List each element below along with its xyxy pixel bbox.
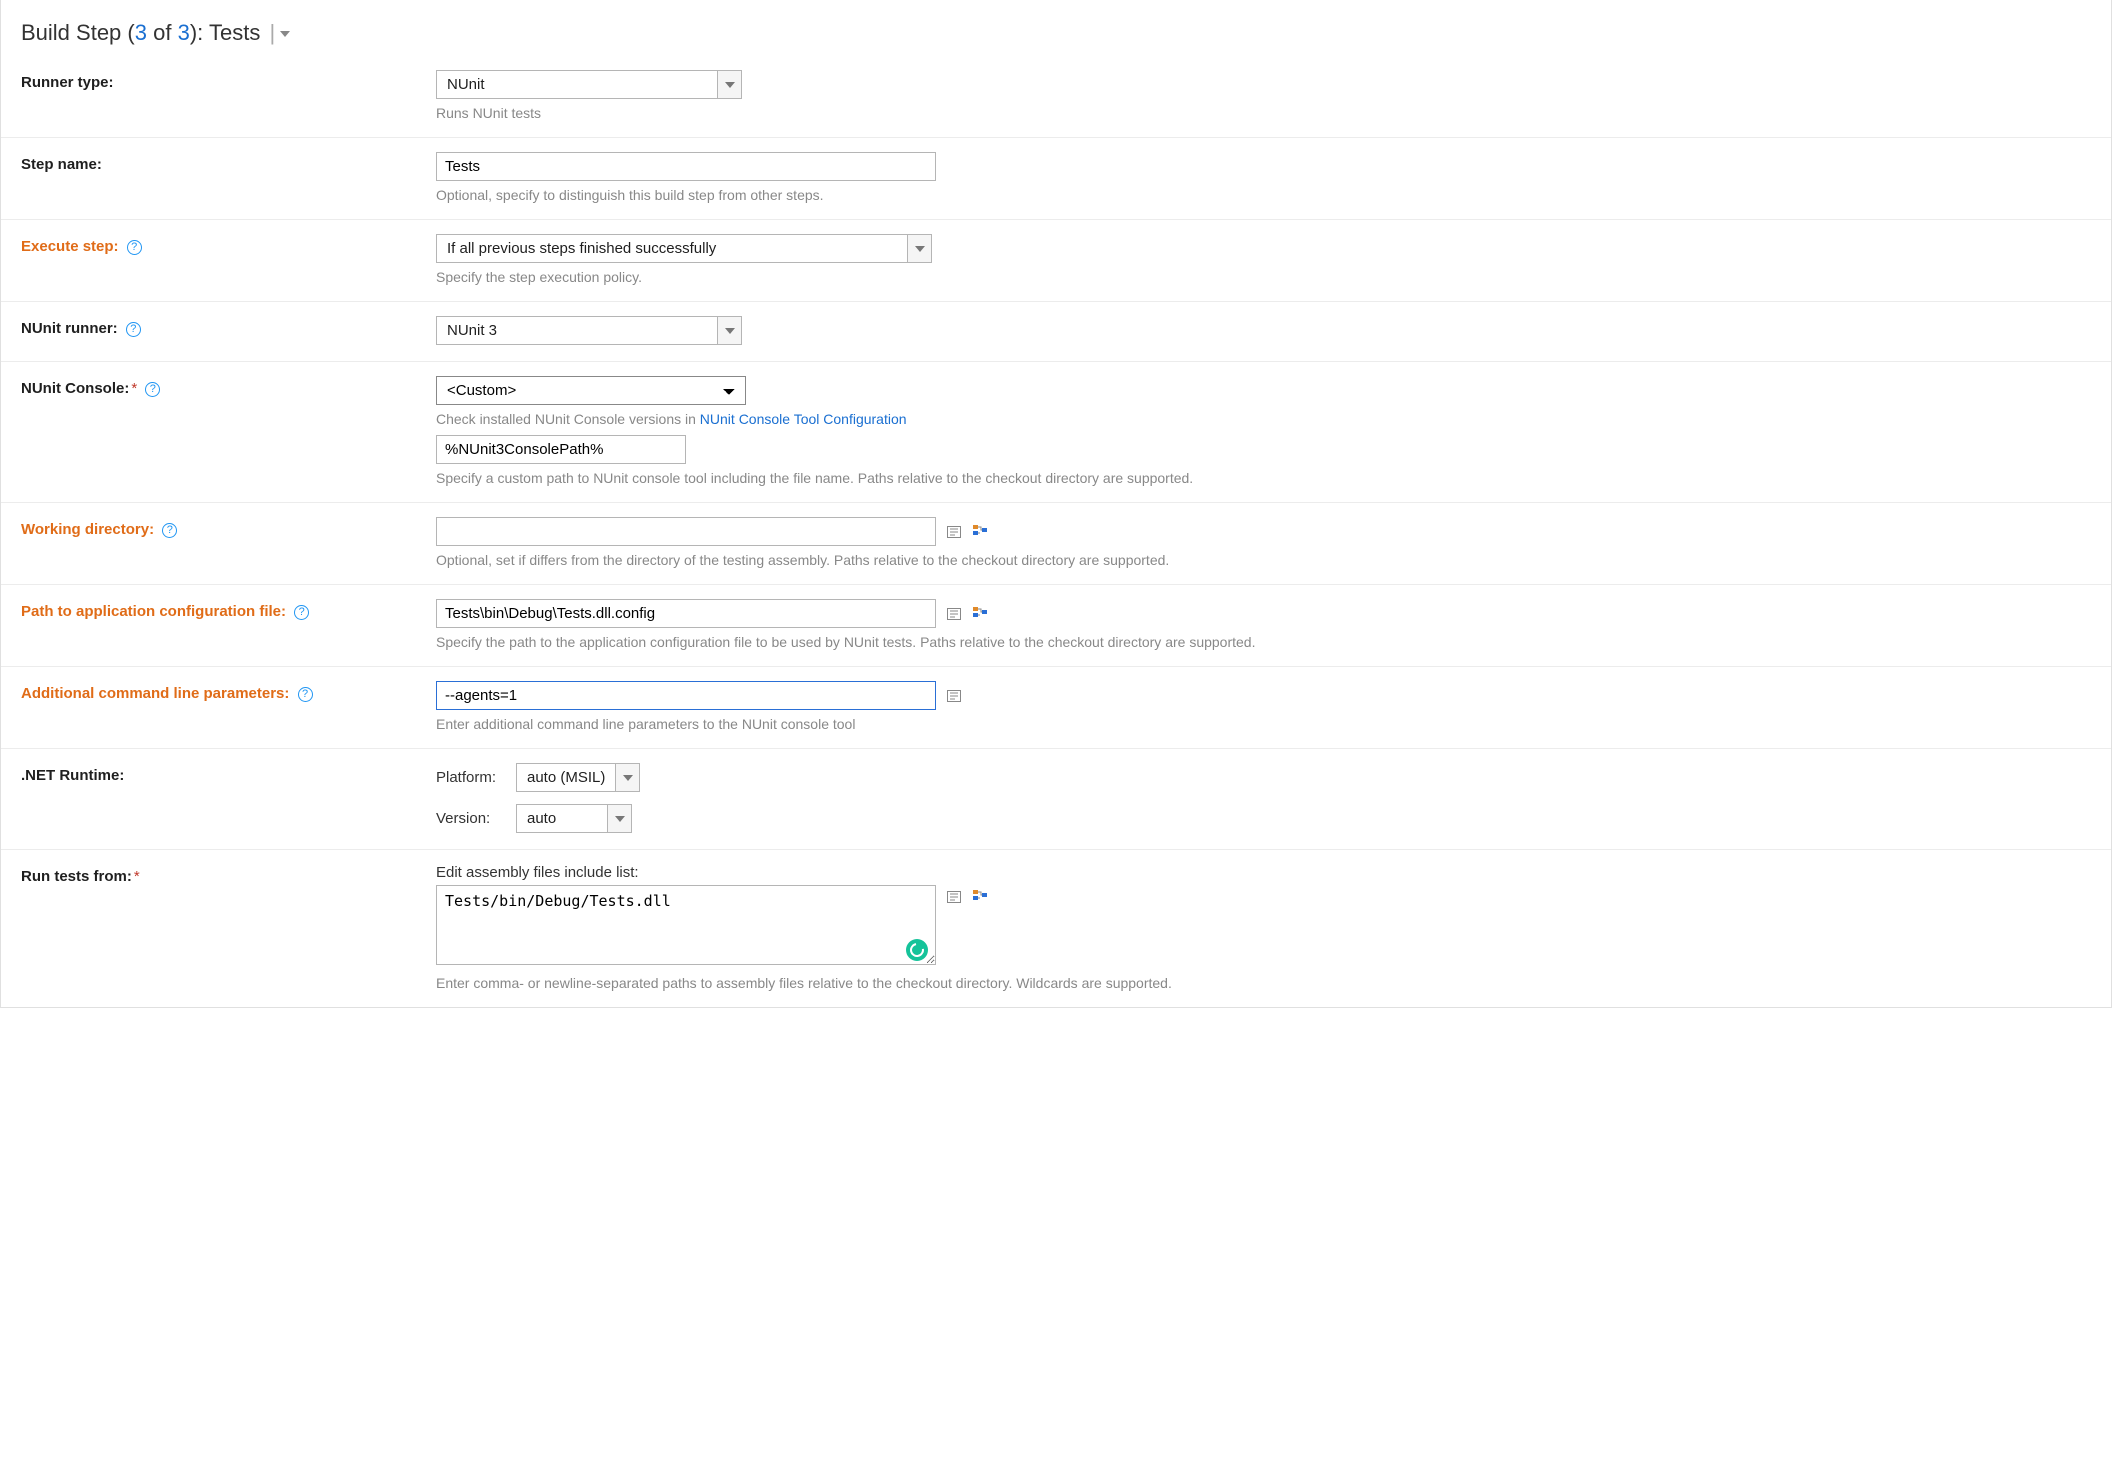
header-prefix: Build Step ( — [21, 20, 135, 45]
param-reference-icon[interactable] — [946, 688, 962, 704]
step-current: 3 — [135, 20, 147, 45]
nunit-console-label: NUnit Console:* ? — [21, 376, 436, 397]
nunit-console-hint: Check installed NUnit Console versions i… — [436, 411, 2091, 427]
header-name: Tests — [209, 20, 260, 45]
param-reference-icon[interactable] — [946, 524, 962, 540]
app-config-hint: Specify the path to the application conf… — [436, 634, 2091, 650]
vcs-tree-icon[interactable] — [972, 889, 988, 905]
app-config-label: Path to application configuration file: … — [21, 599, 436, 620]
param-reference-icon[interactable] — [946, 606, 962, 622]
nunit-console-config-link[interactable]: NUnit Console Tool Configuration — [700, 411, 907, 427]
chevron-down-icon[interactable] — [717, 71, 741, 98]
grammarly-icon[interactable] — [906, 939, 928, 961]
execute-step-label: Execute step: ? — [21, 234, 436, 255]
version-value: auto — [517, 805, 607, 832]
nunit-runner-select[interactable]: NUnit 3 — [436, 316, 742, 345]
help-icon[interactable]: ? — [145, 382, 160, 397]
runner-type-value: NUnit — [437, 71, 717, 98]
platform-label: Platform: — [436, 769, 516, 786]
cmd-params-hint: Enter additional command line parameters… — [436, 716, 2091, 732]
help-icon[interactable]: ? — [294, 605, 309, 620]
run-tests-hint: Enter comma- or newline-separated paths … — [436, 975, 2091, 991]
step-name-label: Step name: — [21, 152, 436, 173]
execute-step-select[interactable]: If all previous steps finished successfu… — [436, 234, 932, 263]
version-label: Version: — [436, 810, 516, 827]
cmd-params-label: Additional command line parameters: ? — [21, 681, 436, 702]
chevron-down-icon[interactable] — [717, 317, 741, 344]
help-icon[interactable]: ? — [298, 687, 313, 702]
execute-step-value: If all previous steps finished successfu… — [437, 235, 907, 262]
nunit-console-path-hint: Specify a custom path to NUnit console t… — [436, 470, 2091, 486]
header-separator: | — [269, 20, 275, 45]
nunit-console-path-input[interactable] — [436, 435, 686, 464]
run-tests-sublabel: Edit assembly files include list: — [436, 864, 2091, 881]
chevron-down-icon[interactable] — [907, 235, 931, 262]
run-tests-textarea[interactable] — [436, 885, 936, 965]
dotnet-runtime-label: .NET Runtime: — [21, 763, 436, 784]
working-dir-input[interactable] — [436, 517, 936, 546]
step-name-input[interactable] — [436, 152, 936, 181]
step-total: 3 — [178, 20, 190, 45]
page-title: Build Step (3 of 3): Tests | — [1, 0, 2111, 56]
working-dir-label: Working directory: ? — [21, 517, 436, 538]
run-tests-label: Run tests from:* — [21, 864, 436, 885]
chevron-down-icon[interactable] — [607, 805, 631, 832]
execute-step-hint: Specify the step execution policy. — [436, 269, 2091, 285]
help-icon[interactable]: ? — [126, 322, 141, 337]
nunit-console-select[interactable]: <Custom> — [436, 376, 746, 405]
working-dir-hint: Optional, set if differs from the direct… — [436, 552, 2091, 568]
header-suffix: ): — [190, 20, 209, 45]
help-icon[interactable]: ? — [162, 523, 177, 538]
param-reference-icon[interactable] — [946, 889, 962, 905]
help-icon[interactable]: ? — [127, 240, 142, 255]
version-select[interactable]: auto — [516, 804, 632, 833]
nunit-runner-value: NUnit 3 — [437, 317, 717, 344]
vcs-tree-icon[interactable] — [972, 606, 988, 622]
vcs-tree-icon[interactable] — [972, 524, 988, 540]
platform-select[interactable]: auto (MSIL) — [516, 763, 640, 792]
runner-type-hint: Runs NUnit tests — [436, 105, 2091, 121]
step-name-hint: Optional, specify to distinguish this bu… — [436, 187, 2091, 203]
app-config-input[interactable] — [436, 599, 936, 628]
cmd-params-input[interactable] — [436, 681, 936, 710]
platform-value: auto (MSIL) — [517, 764, 615, 791]
header-of: of — [147, 20, 178, 45]
runner-type-select[interactable]: NUnit — [436, 70, 742, 99]
runner-type-label: Runner type: — [21, 70, 436, 91]
reorder-steps-dropdown[interactable] — [280, 31, 290, 37]
nunit-runner-label: NUnit runner: ? — [21, 316, 436, 337]
chevron-down-icon[interactable] — [615, 764, 639, 791]
